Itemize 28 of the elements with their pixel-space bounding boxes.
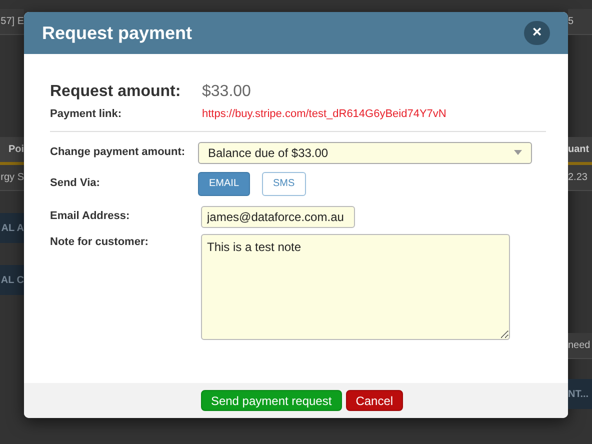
caret-icon	[514, 150, 522, 155]
dialog-title: Request payment	[42, 22, 192, 45]
email-field[interactable]: james@dataforce.com.au	[201, 206, 355, 228]
change-amount-label: Change payment amount:	[50, 145, 186, 160]
note-label: Note for customer:	[50, 234, 150, 250]
send-via-label: Send Via:	[50, 176, 101, 192]
note-field[interactable]: This is a test note	[201, 234, 510, 340]
amount-dropdown[interactable]: Balance due of $33.00	[198, 142, 532, 164]
amount-label: Request amount:	[50, 82, 182, 102]
table-cell: need	[568, 333, 592, 359]
table-cell: 57] E	[0, 9, 24, 35]
send-request-button[interactable]: Send payment request	[200, 390, 342, 411]
total-band: AL C	[0, 265, 24, 295]
close-button[interactable]: ×	[524, 21, 550, 45]
column-header: uant	[568, 137, 592, 165]
total-band: NT...	[568, 379, 592, 409]
table-cell: 5	[568, 9, 592, 35]
email-label: Email Address:	[50, 209, 131, 224]
send-option-button[interactable]: EMAIL	[198, 172, 250, 196]
table-cell: 2.23	[568, 165, 592, 191]
cancel-button[interactable]: Cancel	[346, 390, 404, 411]
amount-value: $33.00	[202, 82, 251, 102]
link-label: Payment link:	[50, 107, 123, 122]
column-header: Poi	[0, 137, 24, 165]
total-band: AL A	[0, 213, 24, 243]
payment-link[interactable]: https://buy.stripe.com/test_dR614G6yBeid74Y7vN	[202, 106, 446, 122]
send-option-button[interactable]: SMS	[262, 172, 306, 196]
table-cell: rgy S	[0, 165, 24, 191]
